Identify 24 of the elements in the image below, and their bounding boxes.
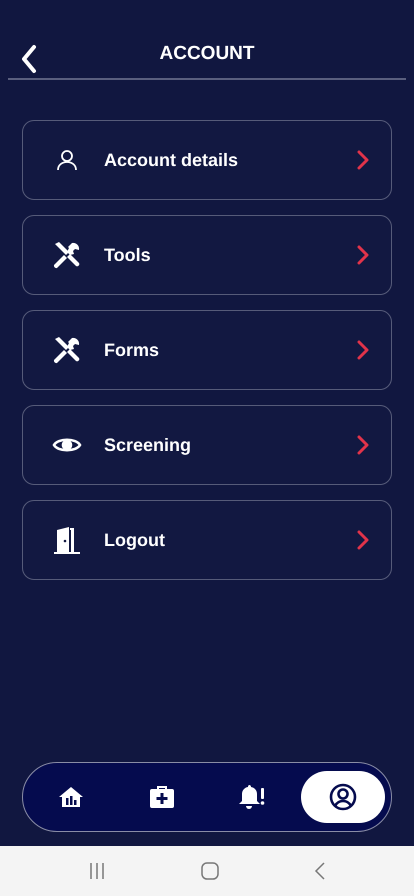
tools-icon [52, 240, 82, 270]
page-title: ACCOUNT [160, 43, 254, 65]
medkit-icon [148, 785, 175, 809]
bell-icon [238, 783, 266, 811]
menu-item[interactable]: Forms [22, 310, 392, 390]
home-button-icon[interactable] [200, 862, 219, 880]
recent-apps-icon[interactable] [88, 862, 106, 880]
tools-icon [52, 335, 82, 365]
chevron-icon [357, 150, 369, 170]
back-button[interactable] [20, 44, 38, 74]
profile-icon [328, 783, 357, 811]
chevron-icon [357, 340, 369, 360]
chevron-icon [357, 530, 369, 550]
menu-item[interactable]: Tools [22, 215, 392, 295]
chevron-icon [357, 245, 369, 265]
menu-item[interactable]: Logout [22, 500, 392, 580]
home-icon [58, 786, 84, 808]
menu-item[interactable]: Account details [22, 120, 392, 200]
tab[interactable] [300, 771, 385, 823]
menu-item[interactable]: Screening [22, 405, 392, 485]
chevron-icon [357, 435, 369, 455]
door-icon [52, 526, 82, 554]
back-icon[interactable] [314, 861, 326, 881]
person-icon [56, 149, 78, 171]
